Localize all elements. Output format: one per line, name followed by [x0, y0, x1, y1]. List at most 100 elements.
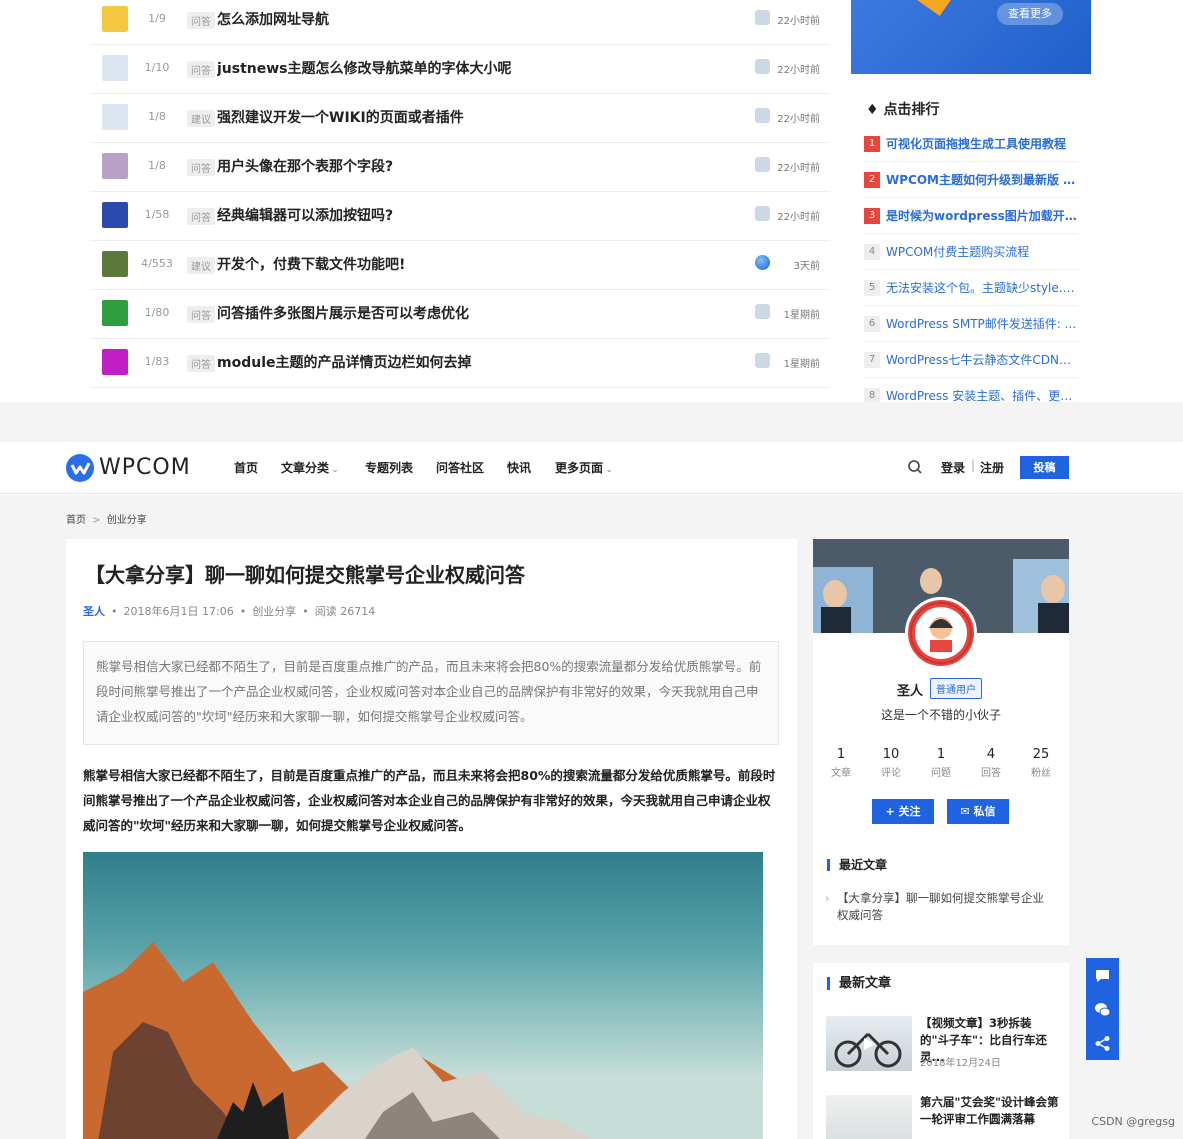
share-icon[interactable] [1094, 1035, 1111, 1052]
qa-title[interactable]: 用户头像在那个表那个字段? [217, 156, 777, 176]
qa-row[interactable]: 4/553 建议 开发个，付费下载文件功能吧! 3天前 [90, 241, 830, 290]
rank-item[interactable]: 7 WordPress七牛云静态文件CDN加... [864, 342, 1078, 378]
nav-qa[interactable]: 问答社区 [436, 459, 484, 476]
stat-followers[interactable]: 25 粉丝 [1016, 747, 1066, 779]
login-link[interactable]: 登录 [941, 459, 965, 476]
recent-article-link[interactable]: › 【大拿分享】聊一聊如何提交熊掌号企业权威问答 [825, 890, 1052, 924]
author-name[interactable]: 圣人 [897, 680, 923, 699]
rank-item[interactable]: 3 是时候为wordpress图片加载开挂... [864, 198, 1078, 234]
answer-view-count: 1/8 [148, 159, 166, 172]
user-avatar[interactable] [102, 202, 128, 228]
nav-home[interactable]: 首页 [234, 459, 258, 476]
qa-title[interactable]: 强烈建议开发一个WIKI的页面或者插件 [217, 107, 777, 127]
qa-title[interactable]: 问答插件多张图片展示是否可以考虑优化 [217, 303, 777, 323]
follow-button[interactable]: + 关注 [872, 799, 934, 824]
article-title: 【大拿分享】聊一聊如何提交熊掌号企业权威问答 [85, 563, 525, 587]
qa-category-tag[interactable]: 问答 [187, 159, 215, 176]
globe-icon[interactable] [755, 255, 770, 270]
rank-title: 无法安装这个包。主题缺少style.c... [886, 281, 1078, 295]
message-button[interactable]: ✉ 私信 [947, 799, 1009, 824]
user-icon[interactable] [755, 353, 770, 368]
rank-item[interactable]: 1 可视化页面拖拽生成工具使用教程 [864, 126, 1078, 162]
qa-title[interactable]: 怎么添加网址导航 [217, 9, 777, 29]
qa-time: 22小时前 [777, 163, 820, 174]
nav-news[interactable]: 快讯 [507, 459, 531, 476]
nav-categories[interactable]: 文章分类 ⌄ [281, 459, 339, 476]
user-avatar[interactable] [102, 153, 128, 179]
user-avatar[interactable] [102, 251, 128, 277]
register-link[interactable]: 注册 [980, 459, 1004, 476]
news-title[interactable]: 第六届"艾会奖"设计峰会第一轮评审工作圆满落幕 [920, 1094, 1060, 1128]
chevron-right-icon: › [825, 891, 830, 905]
qa-time: 3天前 [793, 261, 820, 272]
user-avatar[interactable] [102, 55, 128, 81]
qa-title[interactable]: module主题的产品详情页边栏如何去掉 [217, 352, 777, 372]
qa-time: 22小时前 [777, 114, 820, 125]
search-icon[interactable] [907, 459, 923, 475]
nav-more[interactable]: 更多页面 ⌄ [555, 459, 613, 476]
rank-title: WPCOM付费主题购买流程 [886, 245, 1030, 259]
qa-category-tag[interactable]: 问答 [187, 306, 215, 323]
nav-topics[interactable]: 专题列表 [365, 459, 413, 476]
rank-title: WordPress 安装主题、插件、更新... [886, 389, 1078, 402]
qa-row[interactable]: 1/8 问答 用户头像在那个表那个字段? 22小时前 [90, 143, 830, 192]
breadcrumb-current[interactable]: 创业分享 [107, 515, 147, 526]
qa-category-tag[interactable]: 建议 [187, 110, 215, 127]
qa-category-tag[interactable]: 问答 [187, 355, 215, 372]
qa-row[interactable]: 1/80 问答 问答插件多张图片展示是否可以考虑优化 1星期前 [90, 290, 830, 339]
user-icon[interactable] [755, 10, 770, 25]
user-icon[interactable] [755, 157, 770, 172]
qa-title[interactable]: justnews主题怎么修改导航菜单的字体大小呢 [217, 58, 777, 78]
user-icon[interactable] [755, 304, 770, 319]
qa-category-tag[interactable]: 建议 [187, 257, 215, 274]
qa-category-tag[interactable]: 问答 [187, 208, 215, 225]
stat-articles[interactable]: 1 文章 [816, 747, 866, 779]
rank-title: WPCOM主题如何升级到最新版 主... [886, 173, 1078, 187]
rank-item[interactable]: 5 无法安装这个包。主题缺少style.c... [864, 270, 1078, 306]
post-button[interactable]: 投稿 [1020, 456, 1069, 479]
user-avatar[interactable] [102, 300, 128, 326]
news-thumbnail[interactable] [826, 1095, 912, 1139]
user-icon[interactable] [755, 59, 770, 74]
answer-view-count: 4/553 [141, 257, 173, 270]
promo-banner[interactable]: 查看更多 [851, 0, 1091, 74]
stat-questions[interactable]: 1 问题 [916, 747, 966, 779]
comment-icon[interactable] [1094, 967, 1111, 984]
rank-number: 3 [864, 208, 880, 224]
breadcrumb-home[interactable]: 首页 [66, 515, 86, 526]
qa-category-tag[interactable]: 问答 [187, 61, 215, 78]
qa-row[interactable]: 1/10 问答 justnews主题怎么修改导航菜单的字体大小呢 22小时前 [90, 45, 830, 94]
qa-row[interactable]: 1/8 建议 强烈建议开发一个WIKI的页面或者插件 22小时前 [90, 94, 830, 143]
article-date: 2018年6月1日 17:06 [123, 605, 234, 618]
user-icon[interactable] [755, 108, 770, 123]
article-category[interactable]: 创业分享 [252, 605, 296, 618]
qa-row[interactable]: 1/83 问答 module主题的产品详情页边栏如何去掉 1星期前 [90, 339, 830, 388]
qa-category-tag[interactable]: 问答 [187, 12, 215, 29]
author-description: 这是一个不错的小伙子 [880, 708, 1001, 722]
user-avatar[interactable] [102, 349, 128, 375]
recent-articles-title: 最近文章 [827, 859, 887, 871]
qa-row[interactable]: 1/9 问答 怎么添加网址导航 22小时前 [90, 0, 830, 45]
latest-articles-title: 最新文章 [827, 977, 891, 990]
rank-item[interactable]: 8 WordPress 安装主题、插件、更新... [864, 378, 1078, 402]
user-avatar[interactable] [102, 104, 128, 130]
news-date: 2018年12月24日 [920, 1058, 1001, 1069]
stat-comments[interactable]: 10 评论 [866, 747, 916, 779]
rank-item[interactable]: 6 WordPress SMTP邮件发送插件: ... [864, 306, 1078, 342]
answer-view-count: 1/10 [144, 61, 170, 74]
qa-row[interactable]: 1/58 问答 经典编辑器可以添加按钮吗? 22小时前 [90, 192, 830, 241]
user-icon[interactable] [755, 206, 770, 221]
stat-answers[interactable]: 4 回答 [966, 747, 1016, 779]
view-more-button[interactable]: 查看更多 [997, 3, 1063, 25]
article-author[interactable]: 圣人 [83, 605, 105, 618]
qa-title[interactable]: 经典编辑器可以添加按钮吗? [217, 205, 777, 225]
author-avatar[interactable] [905, 597, 977, 669]
news-thumbnail[interactable] [826, 1016, 912, 1071]
rank-item[interactable]: 4 WPCOM付费主题购买流程 [864, 234, 1078, 270]
wechat-icon[interactable] [1094, 1001, 1111, 1018]
rank-title: 可视化页面拖拽生成工具使用教程 [886, 137, 1067, 151]
qa-title[interactable]: 开发个，付费下载文件功能吧! [217, 254, 777, 274]
breadcrumb: 首页 > 创业分享 [66, 511, 147, 526]
user-avatar[interactable] [102, 6, 128, 32]
rank-item[interactable]: 2 WPCOM主题如何升级到最新版 主... [864, 162, 1078, 198]
